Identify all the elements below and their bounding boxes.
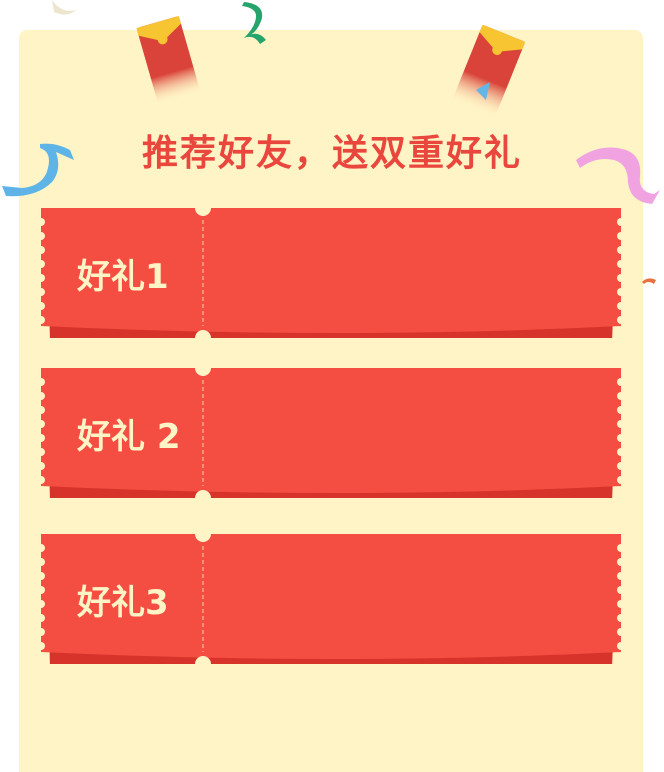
red-envelope-icon bbox=[136, 15, 201, 105]
red-envelope-icon bbox=[452, 24, 526, 118]
page-title: 推荐好友，送双重好礼 bbox=[141, 133, 522, 174]
coupon-card[interactable]: 好礼1 bbox=[41, 208, 621, 338]
confetti-ribbon-icon bbox=[642, 278, 656, 284]
coupon-card[interactable]: 好礼 2 bbox=[41, 368, 621, 498]
coupon-label: 好礼3 bbox=[77, 583, 169, 623]
confetti-ribbon-icon bbox=[242, 2, 266, 44]
confetti-ribbon-icon bbox=[52, 0, 76, 15]
coupon-label: 好礼1 bbox=[77, 257, 169, 297]
coupon-label: 好礼 2 bbox=[77, 417, 181, 457]
coupon-card[interactable]: 好礼3 bbox=[41, 534, 621, 664]
